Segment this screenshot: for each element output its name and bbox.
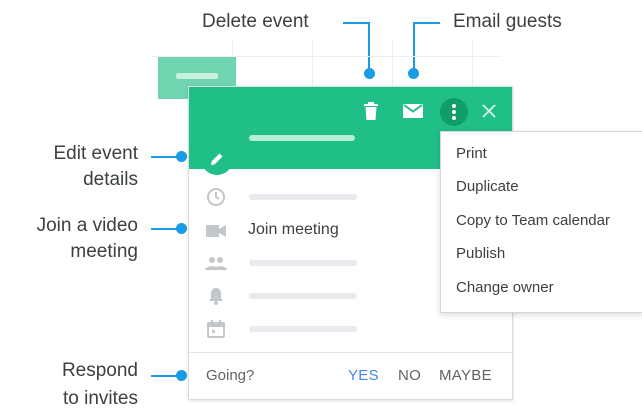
connector-delete — [343, 22, 370, 24]
callout-respond: Respond to invites — [20, 359, 138, 411]
edit-event-button[interactable] — [201, 143, 233, 175]
more-options-button[interactable] — [440, 98, 468, 126]
background-event-title-bar — [176, 73, 218, 79]
connector-video-dot — [176, 223, 187, 234]
notification-placeholder — [249, 293, 357, 299]
connector-email — [413, 22, 440, 24]
rsvp-no-button[interactable]: NO — [398, 367, 421, 384]
callout-edit-event-line2: details — [83, 169, 138, 190]
callout-join-video-line1: Join a video — [36, 215, 138, 236]
callout-email-guests: Email guests — [453, 11, 562, 32]
rsvp-maybe-button[interactable]: MAYBE — [439, 367, 492, 384]
delete-event-button[interactable] — [359, 99, 383, 123]
close-button[interactable] — [477, 99, 501, 123]
join-meeting-link[interactable]: Join meeting — [248, 221, 339, 239]
calendar-placeholder — [249, 326, 357, 332]
connector-edit-dot — [176, 151, 187, 162]
menu-item-copy-to-team-calendar[interactable]: Copy to Team calendar — [456, 212, 610, 229]
video-icon — [205, 220, 227, 242]
callout-respond-line2: to invites — [63, 388, 138, 409]
more-vert-icon — [452, 104, 456, 120]
pencil-icon — [211, 153, 223, 165]
email-guests-button[interactable] — [401, 99, 425, 123]
mail-icon — [403, 104, 423, 118]
callout-join-video: Join a video meeting — [0, 214, 138, 264]
guests-placeholder — [249, 260, 357, 266]
footer-divider — [189, 352, 512, 353]
callout-edit-event: Edit event details — [20, 142, 139, 192]
people-icon — [205, 252, 227, 274]
connector-respond-dot — [176, 370, 187, 381]
bell-icon — [205, 285, 227, 307]
calendar-row — [189, 317, 512, 341]
more-options-menu: Print Duplicate Copy to Team calendar Pu… — [440, 131, 642, 313]
callout-respond-line1: Respond — [61, 360, 138, 381]
trash-icon — [364, 102, 378, 120]
rsvp-yes-button[interactable]: YES — [348, 367, 379, 384]
calendar-icon — [205, 318, 227, 340]
callout-edit-event-line1: Edit event — [53, 143, 139, 164]
going-label: Going? — [206, 367, 255, 384]
menu-item-change-owner[interactable]: Change owner — [456, 279, 554, 296]
clock-icon — [205, 186, 227, 208]
event-title-placeholder — [249, 135, 355, 141]
menu-item-print[interactable]: Print — [456, 145, 487, 162]
callout-delete-event: Delete event — [202, 11, 309, 32]
menu-item-duplicate[interactable]: Duplicate — [456, 178, 519, 195]
close-icon — [482, 104, 496, 118]
menu-item-publish[interactable]: Publish — [456, 245, 505, 262]
time-placeholder — [249, 194, 357, 200]
callout-join-video-line2: meeting — [70, 241, 138, 262]
